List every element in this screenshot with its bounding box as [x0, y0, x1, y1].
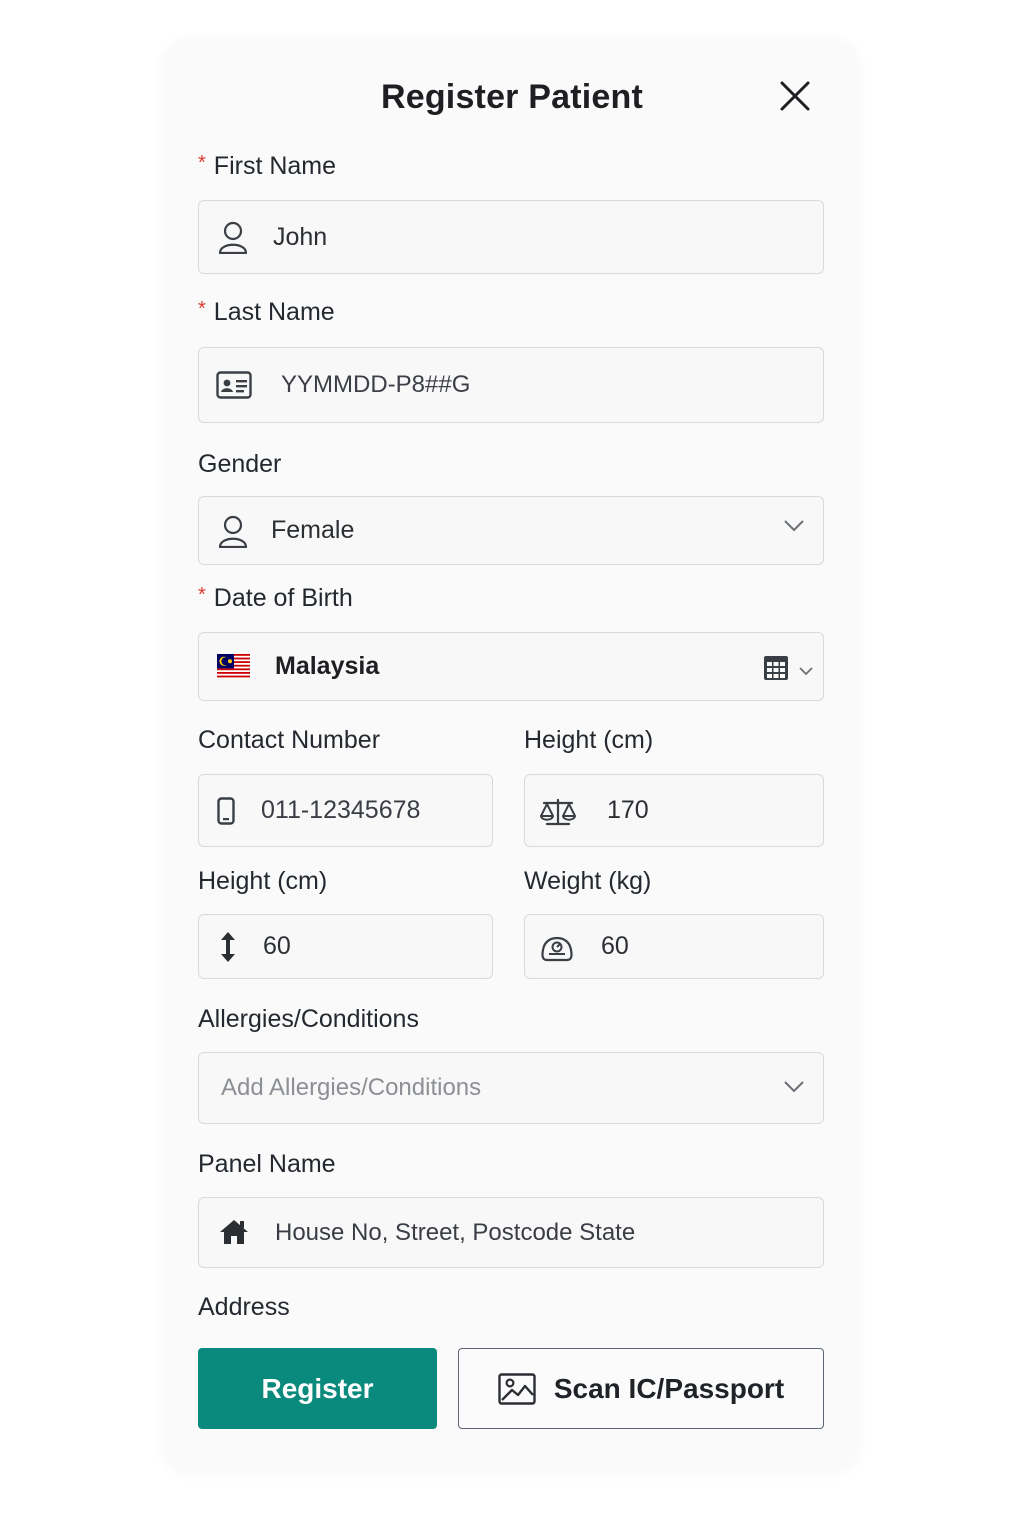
height-top-label: Height (cm)	[524, 726, 654, 754]
scan-ic-passport-button[interactable]: Scan IC/Passport	[458, 1348, 824, 1429]
last-name-value: YYMMDD-P8##G	[281, 371, 471, 398]
dialog-title: Register Patient	[380, 78, 644, 116]
last-name-label: * Last Name	[198, 298, 335, 327]
chevron-down-icon[interactable]	[783, 1080, 805, 1099]
dob-value: Malaysia	[275, 652, 380, 680]
chevron-down-icon[interactable]	[799, 663, 813, 681]
allergies-select[interactable]: Add Allergies/Conditions	[198, 1052, 824, 1124]
allergies-placeholder: Add Allergies/Conditions	[221, 1074, 482, 1101]
image-icon	[498, 1372, 536, 1405]
user-icon	[215, 219, 251, 255]
register-button-label: Register	[261, 1372, 374, 1404]
register-button[interactable]: Register	[198, 1348, 437, 1429]
height-arrow-icon	[219, 931, 237, 963]
first-name-field[interactable]: John	[198, 200, 824, 274]
required-mark: *	[198, 298, 206, 320]
panel-name-placeholder: House No, Street, Postcode State	[275, 1218, 636, 1246]
malaysia-flag-icon	[217, 654, 250, 679]
last-name-field[interactable]: YYMMDD-P8##G	[198, 347, 824, 423]
panel-name-field[interactable]: House No, Street, Postcode State	[198, 1197, 824, 1268]
height-top-field[interactable]: 170	[524, 774, 824, 847]
scale-icon	[539, 797, 577, 827]
calendar-icon[interactable]	[763, 653, 789, 681]
dob-label: * Date of Birth	[198, 584, 353, 613]
dob-field[interactable]: Malaysia	[198, 632, 824, 701]
height-bottom-label: Height (cm)	[198, 867, 328, 895]
weight-label: Weight (kg)	[524, 867, 652, 895]
gender-value: Female	[271, 516, 355, 544]
close-icon[interactable]	[779, 80, 811, 112]
allergies-label: Allergies/Conditions	[198, 1005, 419, 1033]
last-name-label-text: Last Name	[213, 298, 335, 326]
required-mark: *	[198, 584, 206, 606]
phone-icon	[217, 797, 235, 825]
first-name-label-text: First Name	[213, 152, 337, 180]
height-bottom-value: 60	[263, 932, 291, 960]
chevron-down-icon[interactable]	[783, 519, 805, 538]
height-bottom-field[interactable]: 60	[198, 914, 493, 979]
panel-name-label: Panel Name	[198, 1150, 336, 1178]
contact-field[interactable]: 011-12345678	[198, 774, 493, 847]
weight-field[interactable]: 60	[524, 914, 824, 979]
first-name-label: * First Name	[198, 152, 336, 181]
gender-label: Gender	[198, 450, 282, 478]
user-icon	[215, 513, 251, 549]
scan-button-label: Scan IC/Passport	[553, 1372, 785, 1404]
dob-label-text: Date of Birth	[213, 584, 353, 612]
weight-value: 60	[601, 932, 629, 960]
contact-value: 011-12345678	[261, 796, 421, 824]
id-card-icon	[215, 370, 253, 400]
required-mark: *	[198, 152, 206, 174]
gender-select[interactable]: Female	[198, 496, 824, 565]
weight-icon	[541, 933, 573, 963]
address-label: Address	[198, 1293, 290, 1321]
first-name-value: John	[273, 222, 328, 251]
height-top-value: 170	[607, 796, 649, 824]
home-icon	[219, 1218, 249, 1246]
contact-label: Contact Number	[198, 726, 381, 754]
